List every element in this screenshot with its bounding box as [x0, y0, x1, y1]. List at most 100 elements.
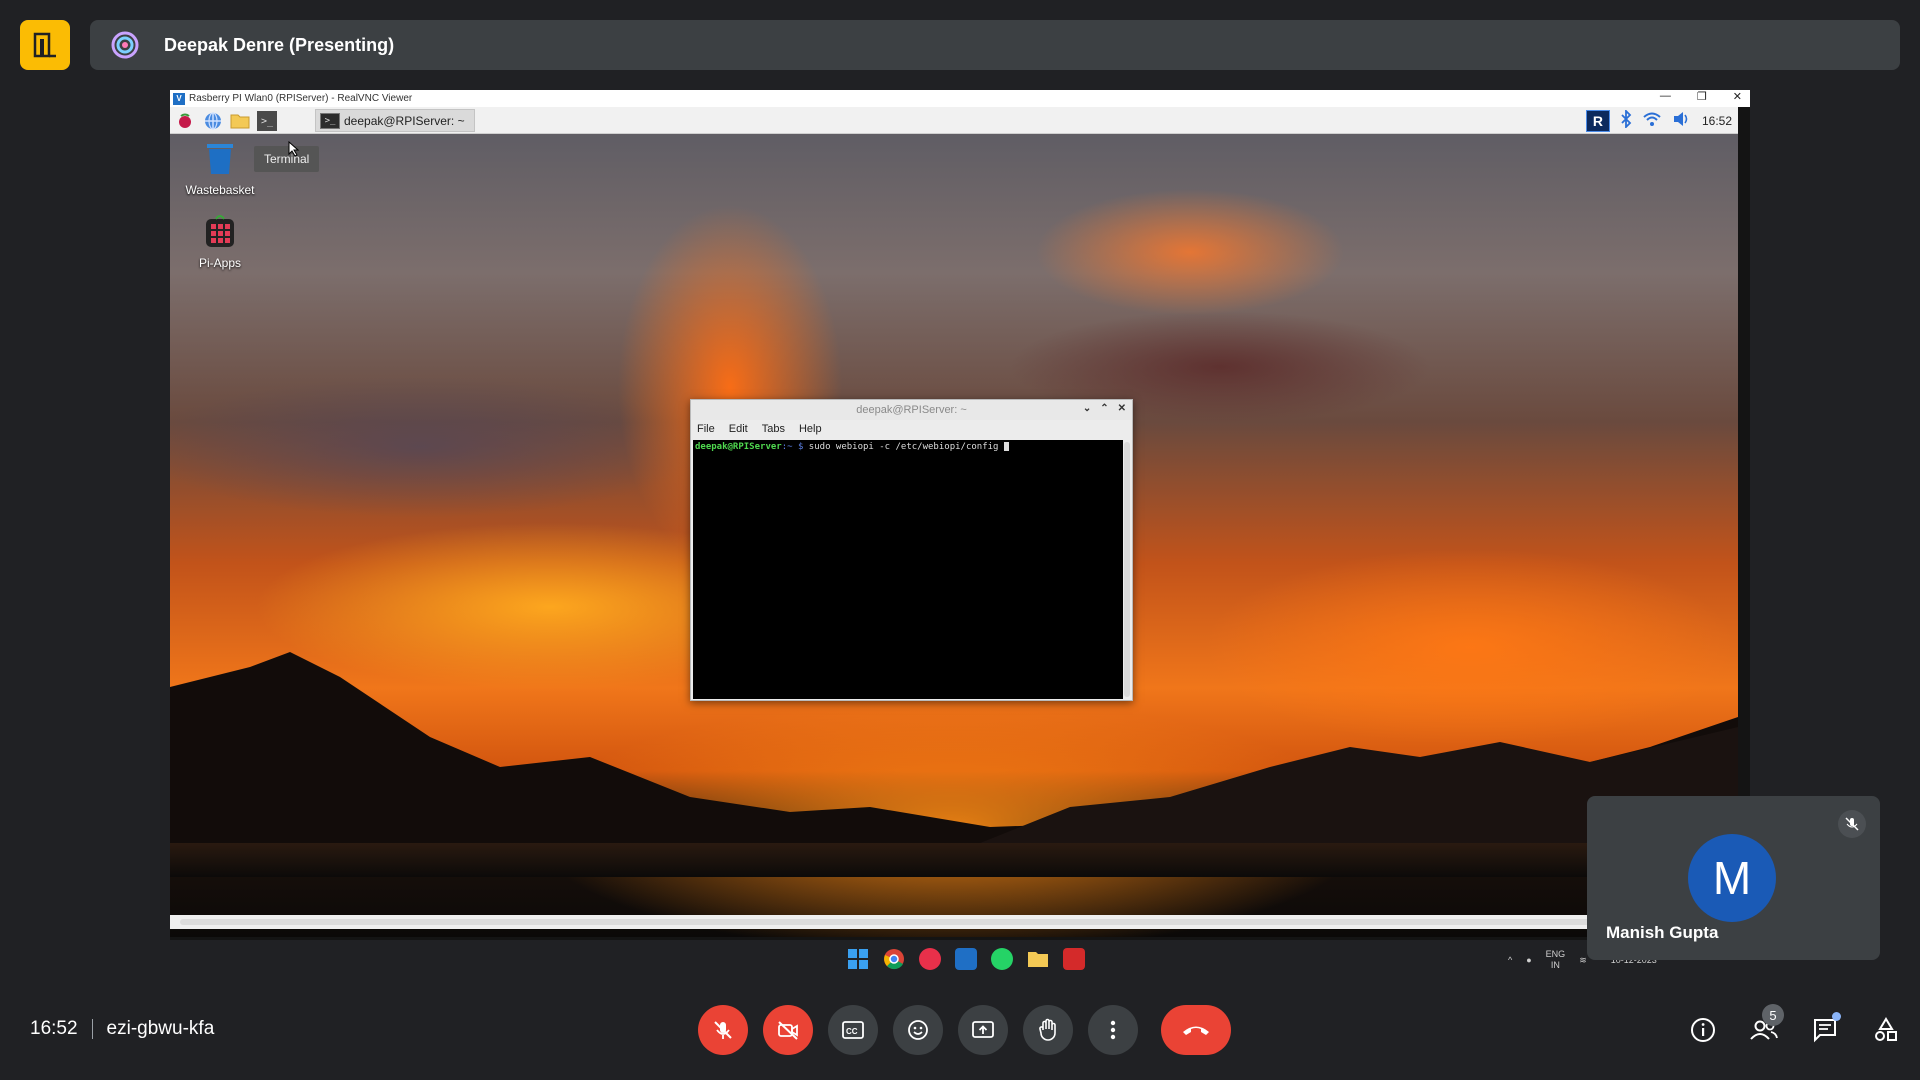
- lake-water: [170, 843, 1738, 877]
- network-icon[interactable]: ≋: [1579, 955, 1587, 966]
- participant-name: Manish Gupta: [1606, 923, 1719, 942]
- presenter-name: Deepak Denre (Presenting): [164, 34, 395, 55]
- taskbar-terminal-window[interactable]: >_ deepak@RPIServer: ~: [315, 109, 475, 132]
- participant-avatar: M: [1688, 834, 1776, 922]
- terminal-scrollbar[interactable]: [1124, 442, 1130, 697]
- camera-off-icon: [778, 1021, 798, 1040]
- presenter-avatar-icon: [108, 28, 142, 62]
- menu-help[interactable]: Help: [799, 423, 822, 435]
- terminal-close-icon[interactable]: ✕: [1118, 403, 1126, 414]
- pi-desktop: >_ >_ deepak@RPIServer: ~ R 16:52 Termin…: [170, 107, 1738, 937]
- prompt-user: deepak@RPIServer: [695, 442, 782, 452]
- participant-count-badge: 5: [1762, 1004, 1784, 1026]
- wastebasket-desktop-icon[interactable]: Wastebasket: [180, 140, 260, 197]
- info-icon: [1691, 1018, 1715, 1042]
- activities-button[interactable]: [1868, 1012, 1904, 1048]
- microphone-icon[interactable]: ●: [1526, 955, 1531, 965]
- taskbar-terminal-label: deepak@RPIServer: ~: [344, 113, 465, 128]
- terminal-minimize-icon[interactable]: ⌄: [1083, 403, 1091, 414]
- meeting-details-button[interactable]: [1685, 1012, 1721, 1048]
- participant-muted-icon: [1838, 810, 1866, 838]
- wifi-icon[interactable]: [1642, 111, 1662, 130]
- divider: [91, 1019, 93, 1039]
- menu-tabs[interactable]: Tabs: [762, 423, 785, 435]
- pi-system-tray: R 16:52: [1585, 108, 1732, 132]
- raspberry-menu-icon[interactable]: [175, 111, 195, 131]
- wastebasket-label: Wastebasket: [185, 183, 255, 197]
- bluetooth-icon[interactable]: [1620, 108, 1632, 131]
- camera-toggle-button[interactable]: [763, 1005, 813, 1055]
- shared-screen: V Rasberry PI Wlan0 (RPIServer) - RealVN…: [170, 90, 1750, 940]
- meeting-code: ezi-gbwu-kfa: [106, 1018, 215, 1039]
- activities-icon: [1875, 1017, 1897, 1041]
- presenter-bar: Deepak Denre (Presenting): [90, 20, 1900, 70]
- end-call-button[interactable]: [1161, 1005, 1231, 1055]
- browser-icon[interactable]: [203, 111, 223, 131]
- terminal-menubar: File Edit Tabs Help: [691, 420, 1132, 438]
- terminal-launcher-icon[interactable]: >_: [257, 111, 277, 131]
- file-manager-icon[interactable]: [230, 111, 250, 131]
- screen-recorder-icon[interactable]: [919, 948, 941, 970]
- prompt-path: :~ $: [781, 442, 804, 452]
- language-bottom: IN: [1550, 960, 1560, 970]
- meeting-time: 16:52: [30, 1018, 78, 1039]
- hand-icon: [1039, 1018, 1056, 1041]
- whatsapp-icon[interactable]: [991, 948, 1013, 970]
- close-icon[interactable]: ✕: [1733, 90, 1742, 103]
- people-button[interactable]: 5: [1746, 1004, 1784, 1048]
- acrobat-icon[interactable]: [1063, 948, 1085, 970]
- terminal-title-bar[interactable]: deepak@RPIServer: ~ ⌄ ⌃ ✕: [691, 400, 1132, 420]
- emoji-icon: [908, 1020, 928, 1040]
- chrome-icon[interactable]: [883, 948, 905, 970]
- terminal-output[interactable]: deepak@RPIServer:~ $ sudo webiopi -c /et…: [693, 440, 1123, 699]
- side-panel-controls: 5: [1685, 1004, 1904, 1048]
- present-button[interactable]: [958, 1005, 1008, 1055]
- terminal-tooltip: Terminal: [254, 146, 320, 172]
- svg-text:CC: CC: [846, 1027, 858, 1036]
- pi-clock: 16:52: [1701, 113, 1732, 128]
- pi-apps-desktop-icon[interactable]: Pi-Apps: [180, 213, 260, 270]
- mic-off-icon: [714, 1021, 732, 1039]
- chevron-up-icon[interactable]: ^: [1508, 955, 1512, 965]
- emoji-button[interactable]: [893, 1005, 943, 1055]
- chat-icon: [1814, 1019, 1836, 1043]
- mic-toggle-button[interactable]: [698, 1005, 748, 1055]
- captions-icon: CC: [842, 1021, 864, 1039]
- participant-tile[interactable]: M Manish Gupta: [1587, 796, 1880, 960]
- mouse-cursor-icon: [288, 140, 300, 162]
- pi-apps-label: Pi-Apps: [198, 256, 242, 270]
- terminal-title: deepak@RPIServer: ~: [856, 404, 967, 416]
- more-options-button[interactable]: [1088, 1005, 1138, 1055]
- vnc-title-bar: V Rasberry PI Wlan0 (RPIServer) - RealVN…: [170, 90, 1750, 107]
- meeting-info: 16:52 ezi-gbwu-kfa: [30, 1018, 214, 1040]
- windows-taskbar-apps: [840, 946, 1092, 972]
- realvnc-viewer-taskbar-icon[interactable]: [955, 948, 977, 970]
- windows-start-icon[interactable]: [847, 948, 869, 970]
- terminal-window: deepak@RPIServer: ~ ⌄ ⌃ ✕ File Edit Tabs…: [690, 399, 1133, 701]
- terminal-command: sudo webiopi -c /etc/webiopi/config: [803, 442, 1004, 452]
- hang-up-icon: [1183, 1026, 1209, 1035]
- meet-home-icon[interactable]: [20, 20, 70, 70]
- vnc-window-title: Rasberry PI Wlan0 (RPIServer) - RealVNC …: [189, 93, 413, 104]
- menu-file[interactable]: File: [697, 423, 715, 435]
- present-screen-icon: [972, 1021, 994, 1038]
- pi-taskbar: >_ >_ deepak@RPIServer: ~ R 16:52: [170, 107, 1738, 134]
- wastebasket-icon: [180, 140, 260, 179]
- raise-hand-button[interactable]: [1023, 1005, 1073, 1055]
- chat-button[interactable]: [1807, 1012, 1843, 1048]
- menu-edit[interactable]: Edit: [729, 423, 748, 435]
- terminal-icon: >_: [320, 112, 340, 129]
- terminal-maximize-icon[interactable]: ⌃: [1100, 403, 1108, 414]
- realvnc-icon: V: [173, 92, 185, 105]
- horizontal-scrollbar[interactable]: [180, 919, 1735, 925]
- more-vert-icon: [1110, 1020, 1116, 1040]
- realvnc-server-icon[interactable]: R: [1585, 109, 1610, 132]
- chat-unread-dot: [1832, 1012, 1841, 1021]
- restore-icon[interactable]: ❐: [1697, 90, 1707, 103]
- file-explorer-icon[interactable]: [1027, 948, 1049, 970]
- terminal-cursor: [1003, 442, 1009, 451]
- call-controls: CC: [698, 1005, 1231, 1055]
- minimize-icon[interactable]: —: [1660, 90, 1671, 103]
- captions-button[interactable]: CC: [828, 1005, 878, 1055]
- volume-icon[interactable]: [1672, 111, 1692, 130]
